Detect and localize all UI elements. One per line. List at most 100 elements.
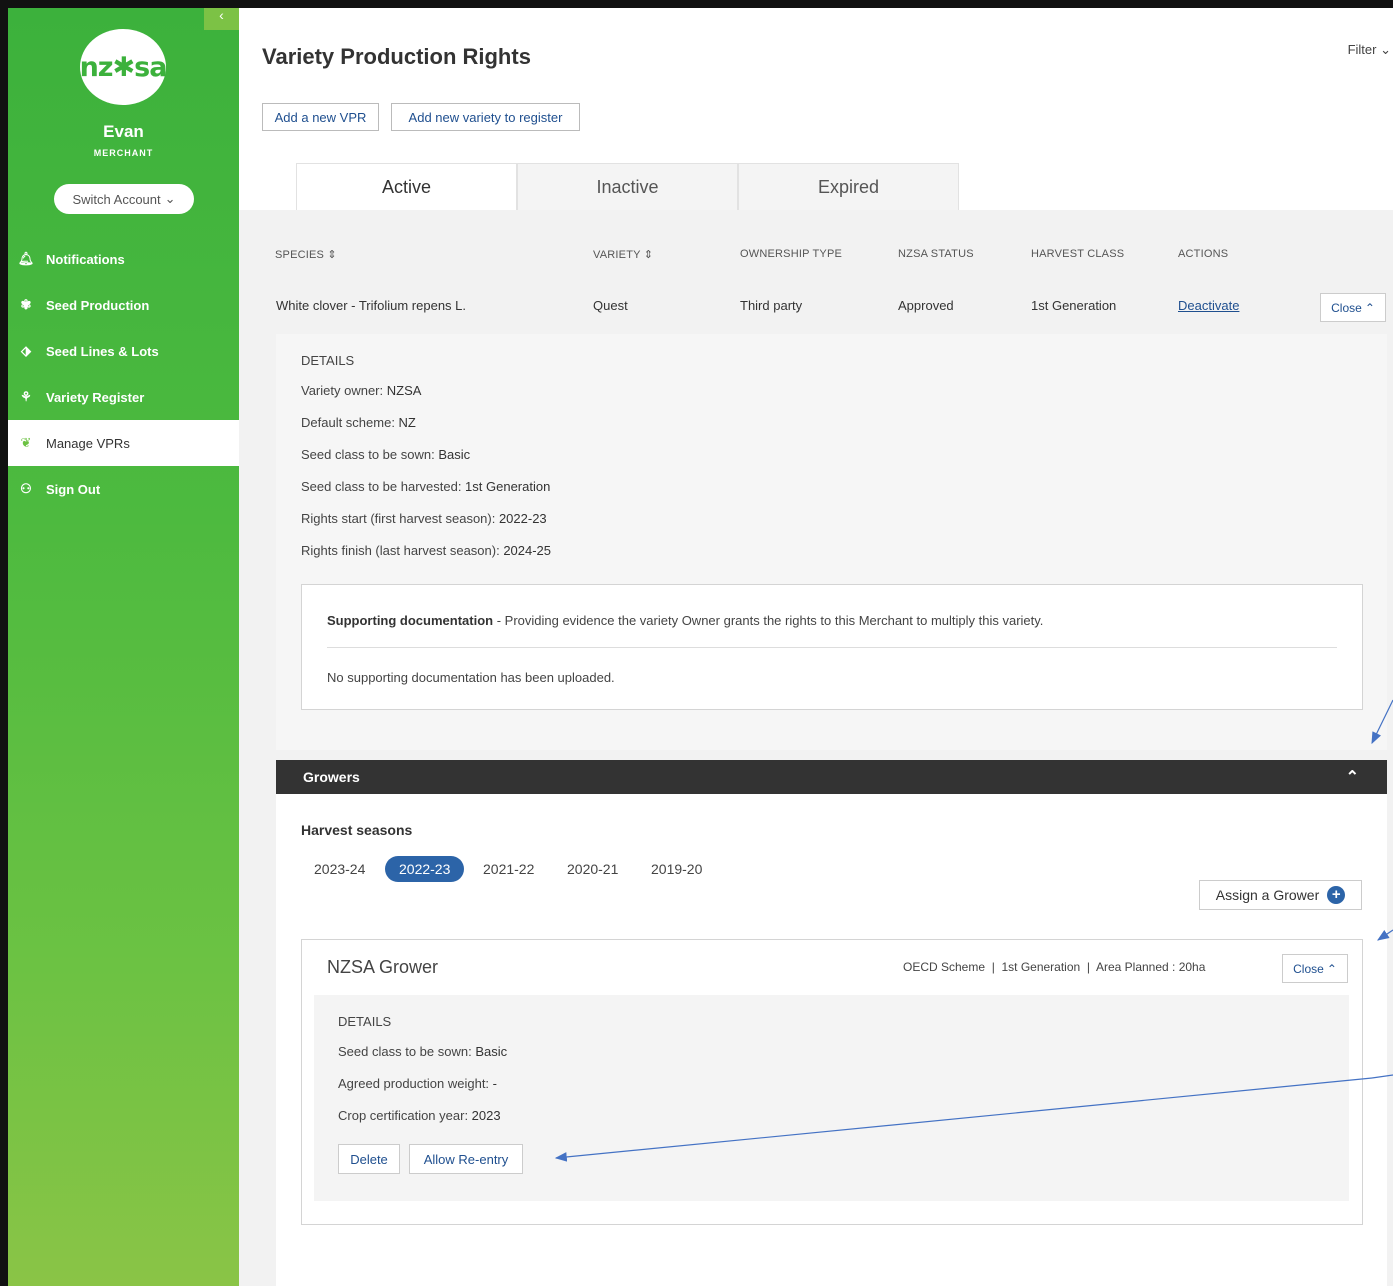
deactivate-link[interactable]: Deactivate xyxy=(1178,298,1239,313)
sort-icon: ⇕ xyxy=(327,249,337,261)
sidebar-item-label: Seed Production xyxy=(46,297,150,313)
sidebar-item-label: Sign Out xyxy=(46,481,101,497)
chevron-down-icon: ⌄ xyxy=(164,191,176,206)
close-grower-button[interactable]: Close ⌃ xyxy=(1282,954,1348,983)
detail-value: 1st Generation xyxy=(465,479,551,494)
sidebar-item-sign-out[interactable]: ⚇ Sign Out xyxy=(8,466,239,512)
main-content: Variety Production Rights Filter ⌄ Add a… xyxy=(239,8,1393,1286)
column-header-actions: ACTIONS xyxy=(1178,248,1229,260)
sidebar-item-label: Seed Lines & Lots xyxy=(46,343,159,359)
sidebar: nz✱sa Evan MERCHANT Switch Account ⌄ 🔔︎ … xyxy=(8,8,239,1286)
detail-seed-class-harvested: Seed class to be harvested: 1st Generati… xyxy=(301,479,550,494)
chevron-down-icon: ⌄ xyxy=(1380,42,1391,57)
chevron-up-icon: ⌃ xyxy=(1364,300,1375,315)
add-vpr-button[interactable]: Add a new VPR xyxy=(262,103,379,131)
season-2019-20[interactable]: 2019-20 xyxy=(651,856,702,882)
switch-account-label: Switch Account xyxy=(72,191,161,207)
filter-label: Filter xyxy=(1347,42,1377,57)
assign-grower-label: Assign a Grower xyxy=(1215,887,1320,903)
detail-default-scheme: Default scheme: NZ xyxy=(301,415,416,430)
chevron-up-icon: ⌃ xyxy=(1345,769,1359,786)
harvest-seasons-label: Harvest seasons xyxy=(301,822,413,838)
detail-rights-start: Rights start (first harvest season): 202… xyxy=(301,511,547,526)
switch-account-button[interactable]: Switch Account ⌄ xyxy=(54,184,194,214)
plant-icon: ✾ xyxy=(20,297,32,312)
sidebar-item-label: Manage VPRs xyxy=(46,435,130,451)
tag-icon: ⬗ xyxy=(21,343,31,358)
grower-detail-cert-year: Crop certification year: 2023 xyxy=(338,1108,501,1123)
delete-button[interactable]: Delete xyxy=(338,1144,400,1174)
sidebar-item-seed-lines-lots[interactable]: ⬗ Seed Lines & Lots xyxy=(8,328,239,374)
detail-value: 2024-25 xyxy=(503,543,552,558)
detail-label: Seed class to be harvested: xyxy=(301,479,466,494)
tab-inactive[interactable]: Inactive xyxy=(517,163,738,210)
detail-value: - xyxy=(492,1076,497,1091)
supporting-documentation-box: Supporting documentation - Providing evi… xyxy=(301,584,1363,710)
detail-value: Basic xyxy=(438,447,471,462)
cell-status: Approved xyxy=(898,298,954,313)
growers-title: Growers xyxy=(303,769,360,785)
column-header-harvest-class: HARVEST CLASS xyxy=(1031,248,1125,260)
tab-expired[interactable]: Expired xyxy=(738,163,959,210)
detail-value: 2022-23 xyxy=(498,511,547,526)
sidebar-item-label: Notifications xyxy=(46,251,125,267)
bell-icon: 🔔︎ xyxy=(17,251,35,266)
cell-variety: Quest xyxy=(593,298,628,313)
detail-label: Seed class to be sown: xyxy=(301,447,439,462)
doc-title: Supporting documentation xyxy=(327,613,494,628)
close-label: Close xyxy=(1331,300,1362,315)
close-row-button[interactable]: Close ⌃ xyxy=(1320,293,1386,322)
sidebar-item-seed-production[interactable]: ✾ Seed Production xyxy=(8,282,239,328)
doc-empty-message: No supporting documentation has been upl… xyxy=(327,670,615,685)
nzsa-logo[interactable]: nz✱sa xyxy=(79,29,168,105)
sprout-icon: ⚘ xyxy=(20,389,32,404)
season-2020-21[interactable]: 2020-21 xyxy=(567,856,618,882)
assign-grower-button[interactable]: Assign a Grower + xyxy=(1199,880,1362,910)
season-2021-22[interactable]: 2021-22 xyxy=(483,856,534,882)
cell-ownership: Third party xyxy=(740,298,803,313)
detail-value: NZSA xyxy=(386,383,422,398)
doc-header: Supporting documentation - Providing evi… xyxy=(327,613,1043,628)
filter-dropdown[interactable]: Filter ⌄ xyxy=(1348,42,1391,58)
detail-label: Default scheme: xyxy=(301,415,399,430)
column-header-variety[interactable]: VARIETY ⇕ xyxy=(593,248,653,261)
sidebar-item-manage-vprs[interactable]: ❦ Manage VPRs xyxy=(8,420,239,466)
column-header-label: VARIETY xyxy=(593,249,641,261)
user-role: MERCHANT xyxy=(93,148,154,158)
add-variety-button[interactable]: Add new variety to register xyxy=(391,103,580,131)
column-header-species[interactable]: SPECIES ⇕ xyxy=(275,248,337,261)
cell-harvest-class: 1st Generation xyxy=(1031,298,1117,313)
divider xyxy=(327,647,1337,648)
detail-seed-class-sown: Seed class to be sown: Basic xyxy=(301,447,470,462)
detail-rights-finish: Rights finish (last harvest season): 202… xyxy=(301,543,551,558)
sidebar-item-label: Variety Register xyxy=(46,389,145,405)
collapse-sidebar-button[interactable]: ‹ xyxy=(204,8,239,30)
growers-section-header[interactable]: Growers ⌃ xyxy=(276,760,1387,794)
sidebar-item-variety-register[interactable]: ⚘ Variety Register xyxy=(8,374,239,420)
detail-label: Rights finish (last harvest season): xyxy=(301,543,504,558)
column-header-label: SPECIES xyxy=(275,249,325,261)
tab-active[interactable]: Active xyxy=(296,163,517,210)
detail-label: Rights start (first harvest season): xyxy=(301,511,499,526)
allow-reentry-button[interactable]: Allow Re-entry xyxy=(409,1144,523,1174)
grower-name: NZSA Grower xyxy=(327,957,439,977)
chevron-up-icon: ⌃ xyxy=(1326,961,1337,976)
close-label: Close xyxy=(1293,961,1324,976)
grower-detail-seed-class: Seed class to be sown: Basic xyxy=(338,1044,507,1059)
season-2022-23-selected[interactable]: 2022-23 xyxy=(385,856,465,882)
document-plant-icon: ❦ xyxy=(20,435,32,450)
sidebar-item-notifications[interactable]: 🔔︎ Notifications xyxy=(8,236,239,282)
cell-species: White clover - Trifolium repens L. xyxy=(276,298,467,313)
doc-description: - Providing evidence the variety Owner g… xyxy=(493,613,1044,628)
logo-text: nz✱sa xyxy=(79,51,168,83)
detail-label: Crop certification year: xyxy=(338,1108,472,1123)
detail-label: Variety owner: xyxy=(301,383,387,398)
detail-label: Agreed production weight: xyxy=(338,1076,493,1091)
user-icon: ⚇ xyxy=(20,481,32,496)
user-name: Evan xyxy=(103,122,144,141)
column-header-status: NZSA STATUS xyxy=(898,248,974,260)
season-2023-24[interactable]: 2023-24 xyxy=(314,856,365,882)
plus-circle-icon: + xyxy=(1327,886,1346,904)
column-header-ownership: OWNERSHIP TYPE xyxy=(740,248,843,260)
grower-summary: OECD Scheme | 1st Generation | Area Plan… xyxy=(903,960,1206,974)
